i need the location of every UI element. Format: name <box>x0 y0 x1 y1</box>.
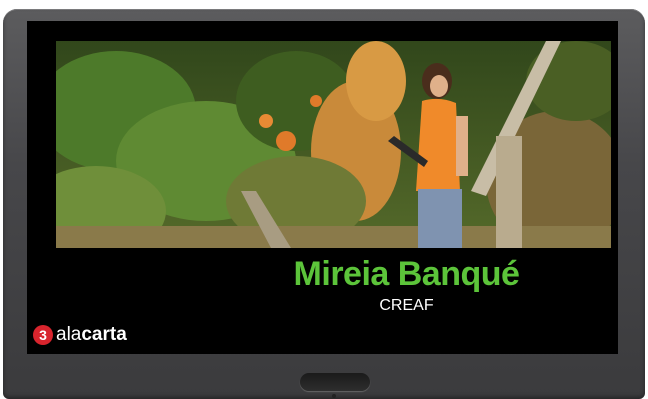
video-scene-image <box>56 41 611 248</box>
logo-text-light: ala <box>56 324 82 345</box>
logo-text-bold: carta <box>81 324 127 345</box>
tv-screen: Mireia Banqué CREAF 3 ala carta <box>27 21 618 354</box>
lower-third-caption: Mireia Banqué CREAF <box>27 249 618 321</box>
power-led-icon <box>332 394 336 398</box>
tv-power-button[interactable] <box>300 373 370 391</box>
speaker-name: Mireia Banqué <box>293 255 520 293</box>
tv3-badge-icon: 3 <box>33 325 53 345</box>
speaker-organization: CREAF <box>379 297 434 314</box>
video-frame[interactable] <box>56 41 611 248</box>
alacarta-logo[interactable]: 3 ala carta <box>33 324 127 346</box>
